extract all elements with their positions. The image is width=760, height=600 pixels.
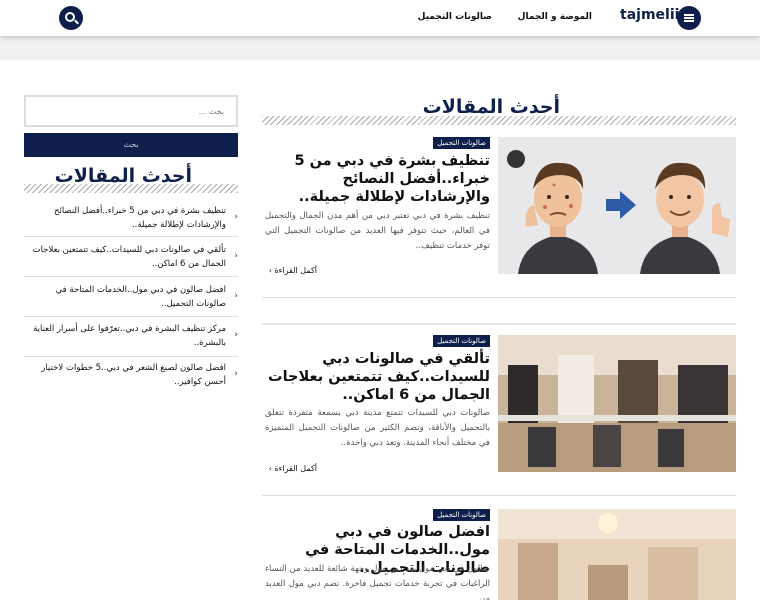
sidebar-title-stripe bbox=[24, 184, 238, 193]
chevron-left-icon: ‹ bbox=[234, 330, 238, 340]
section-title-stripe bbox=[262, 116, 736, 125]
read-more-link[interactable]: أكمل القراءة › bbox=[269, 266, 317, 275]
section-title: أحدث المقالات bbox=[422, 96, 560, 118]
search-input[interactable] bbox=[24, 95, 238, 127]
search-icon[interactable] bbox=[59, 6, 83, 30]
article-divider bbox=[262, 323, 736, 325]
sidebar-article-link[interactable]: ‹ افضل صالون في دبي مول..الخدمات المتاحة… bbox=[24, 283, 238, 311]
article-excerpt: صالونات دبي للسيدات تتمتع مدينة دبي بسمع… bbox=[265, 408, 490, 448]
category-badge[interactable]: صالونات التجميل bbox=[433, 137, 490, 149]
category-badge[interactable]: صالونات التجميل bbox=[433, 335, 490, 347]
sidebar-article-link[interactable]: ‹ تألقي في صالونات دبي للسيدات..كيف تتمت… bbox=[24, 243, 238, 271]
sidebar-divider bbox=[24, 276, 238, 277]
article-divider bbox=[262, 495, 736, 496]
salon-mall-photo bbox=[498, 509, 736, 600]
sidebar-divider bbox=[24, 316, 238, 317]
article-title[interactable]: تألقي في صالونات دبي للسيدات..كيف تتمتعي… bbox=[265, 350, 490, 404]
sidebar-divider bbox=[24, 356, 238, 357]
sidebar-article-link[interactable]: ‹ افضل صالون لصبغ الشعر في دبي..5 خطوات … bbox=[24, 361, 238, 389]
chevron-left-icon: ‹ bbox=[234, 369, 238, 379]
article-excerpt: تنظيف بشرة في دبي تعتبر دبي من أهم مدن ا… bbox=[265, 211, 490, 251]
men-skincare-illustration bbox=[498, 137, 736, 274]
nav-item-fashion-beauty[interactable]: الموضة و الجمال bbox=[518, 12, 592, 22]
header-band bbox=[0, 36, 760, 60]
article-image[interactable] bbox=[498, 137, 736, 274]
article-divider bbox=[262, 297, 736, 298]
chevron-left-icon: ‹ bbox=[234, 212, 238, 222]
article-excerpt: صالون في دبي مول يعد دبي مول وجهة شائعة … bbox=[265, 564, 490, 600]
read-more-link[interactable]: أكمل القراءة › bbox=[269, 464, 317, 473]
salon-interior-photo bbox=[498, 335, 736, 472]
search-button[interactable]: بحث bbox=[24, 133, 238, 157]
article-title[interactable]: تنظيف بشرة في دبي من 5 خبراء..أفضل النصا… bbox=[265, 152, 490, 206]
site-header: tajmelii الموضة و الجمال صالونات التجميل bbox=[0, 0, 760, 36]
menu-icon[interactable] bbox=[677, 6, 701, 30]
article-image[interactable] bbox=[498, 335, 736, 472]
nav-item-beauty-salons[interactable]: صالونات التجميل bbox=[418, 12, 492, 22]
chevron-left-icon: ‹ bbox=[234, 251, 238, 261]
article-image[interactable] bbox=[498, 509, 736, 600]
sidebar-divider bbox=[24, 236, 238, 237]
sidebar-article-link[interactable]: ‹ مركز تنظيف البشرة في دبي..تعرّفوا على … bbox=[24, 322, 238, 350]
sidebar-article-link[interactable]: ‹ تنظيف بشرة في دبي من 5 خبراء..أفضل الن… bbox=[24, 204, 238, 232]
chevron-left-icon: ‹ bbox=[234, 291, 238, 301]
site-logo[interactable]: tajmelii bbox=[620, 7, 679, 23]
category-badge[interactable]: صالونات التجميل bbox=[433, 509, 490, 521]
